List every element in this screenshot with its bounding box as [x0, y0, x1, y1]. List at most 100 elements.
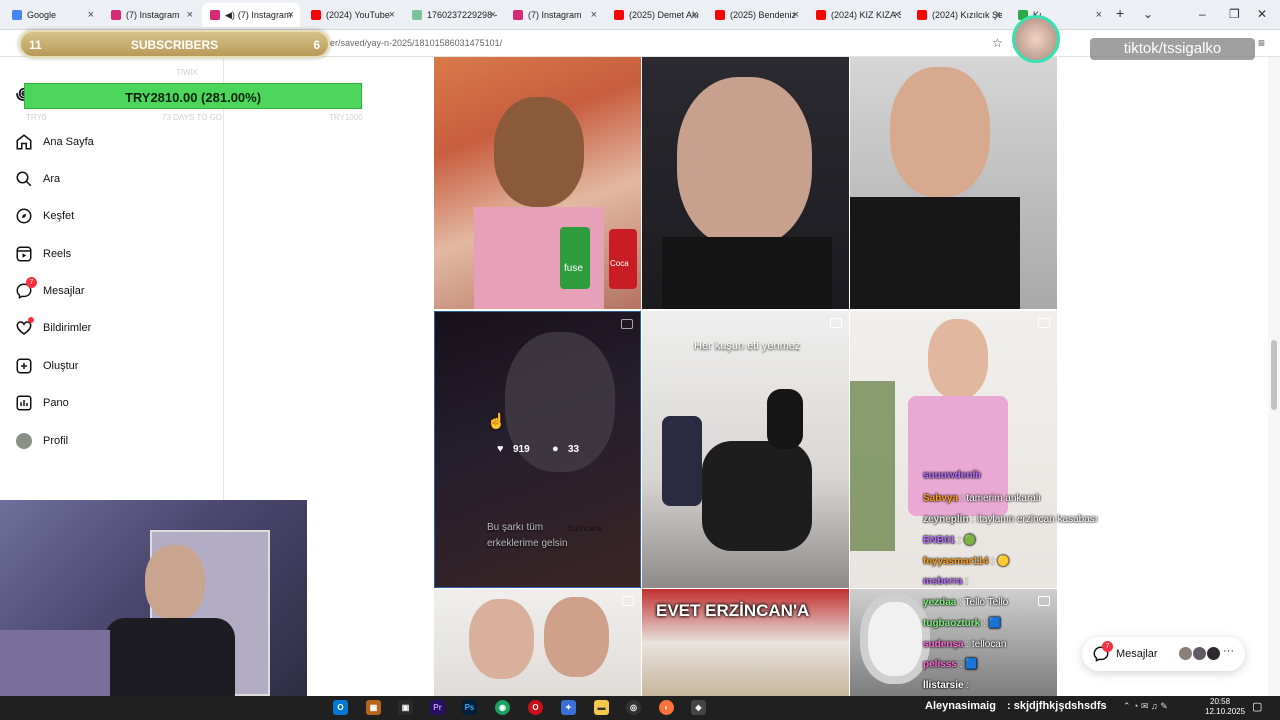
sidebar-item-label: Ana Sayfa — [43, 136, 94, 148]
post-caption-line-1: Bu şarkı tüm — [487, 522, 544, 533]
files-icon[interactable]: ▦ — [366, 700, 381, 715]
reels-icon — [14, 244, 34, 264]
minimize-icon[interactable]: – — [1199, 7, 1206, 21]
tab-instagram-active[interactable]: ◀) (7) Instagram × — [202, 3, 300, 27]
chat-message: llistarsie : — [923, 680, 970, 691]
firefox-icon[interactable]: ◐ — [659, 700, 674, 715]
tab-close-icon[interactable]: × — [389, 9, 395, 21]
post-caption-tag: Erzincanlı — [567, 524, 603, 533]
grid-post-4[interactable]: ♥ 919 ● 33 Bu şarkı tüm Erzincanlı erkek… — [434, 311, 641, 588]
sidebar-item-label: Oluştur — [43, 360, 79, 372]
instagram-sidebar: ꩜ Ana Sayfa Ara Keşfet Reels 7 Mesajlar — [0, 57, 224, 500]
tab-file[interactable]: 1760237229298 - × — [404, 3, 502, 27]
tab-close-icon[interactable]: × — [894, 9, 900, 21]
sidebar-item-explore[interactable]: Keşfet — [14, 203, 74, 229]
tab-instagram-2[interactable]: (7) Instagram × — [505, 3, 603, 27]
comment-bubble-icon: ● — [552, 443, 559, 455]
grid-post-3[interactable] — [850, 57, 1057, 309]
scrollbar-thumb[interactable] — [1271, 340, 1277, 410]
messages-badge: 7 — [26, 277, 37, 288]
new-tab-icon[interactable]: + — [1116, 5, 1124, 21]
menu-icon[interactable]: ≡ — [1258, 36, 1265, 50]
donation-faint-goal: TRY1000 — [329, 113, 363, 122]
grid-post-2[interactable] — [642, 57, 849, 309]
close-window-icon[interactable]: ✕ — [1257, 7, 1267, 21]
store-icon[interactable]: ▣ — [398, 700, 413, 715]
sidebar-item-label: Bildirimler — [43, 322, 92, 334]
url-text[interactable]: er/saved/yay-n-2025/18101586031475101/ — [330, 38, 502, 48]
outlook-icon[interactable]: O — [333, 700, 348, 715]
tab-youtube-1[interactable]: (2024) YouTube × — [303, 3, 401, 27]
sidebar-item-dashboard[interactable]: Pano — [14, 390, 69, 416]
chat-message: feyyasmar114 : 🟡 — [923, 556, 1010, 567]
hand-cursor-icon: ☝ — [487, 413, 506, 430]
sidebar-item-reels[interactable]: Reels — [14, 241, 71, 267]
tab-google[interactable]: Google × — [4, 3, 100, 27]
grid-post-8[interactable]: EVET ERZİNCAN'A — [642, 589, 849, 696]
restore-icon[interactable]: ❐ — [1229, 7, 1240, 21]
app-icon[interactable]: ✦ — [561, 700, 576, 715]
tray-icons[interactable]: ⌃ ◔ ✉ ♫ ✎ — [1123, 701, 1168, 712]
instagram-favicon-icon — [210, 10, 220, 20]
sidebar-item-notifications[interactable]: Bildirimler — [14, 315, 91, 341]
page-scrollbar[interactable] — [1268, 57, 1280, 696]
tab-close-icon[interactable]: × — [995, 9, 1001, 21]
more-dots-icon[interactable]: ··· — [1223, 645, 1234, 657]
folder-icon[interactable]: ▬ — [594, 700, 609, 715]
bookmark-star-icon[interactable]: ☆ — [992, 36, 1003, 50]
tab-close-icon[interactable]: × — [88, 9, 94, 21]
sidebar-item-profile[interactable]: Profil — [14, 428, 68, 454]
chat-bottom-message: : skjdjfhkjşdshsdfs — [1007, 700, 1107, 712]
opera-icon[interactable]: O — [528, 700, 543, 715]
youtube-favicon-icon — [614, 10, 624, 20]
speaker-icon[interactable]: ◀) — [225, 10, 235, 21]
chat-bottom-user: Aleynasimaig — [925, 700, 996, 712]
obs-icon[interactable]: ◎ — [626, 700, 641, 715]
grid-post-7[interactable] — [434, 589, 641, 696]
windows-taskbar: O ▦ ▣ Pr Ps ◉ O ✦ ▬ ◎ ◐ ◈ Aleynasimaig :… — [0, 696, 1280, 720]
contact-avatar — [1192, 646, 1207, 661]
grid-post-5[interactable]: Her kuşun eti yenmez — [642, 311, 849, 588]
tab-instagram-1[interactable]: (7) Instagram × — [103, 3, 199, 27]
donation-faint-start: TRY0 — [26, 113, 47, 122]
premiere-icon[interactable]: Pr — [430, 700, 445, 715]
messenger-icon: 7 — [14, 277, 37, 301]
app-icon[interactable]: ◈ — [691, 700, 706, 715]
post-photo — [928, 319, 988, 399]
sidebar-item-search[interactable]: Ara — [14, 166, 60, 192]
tab-close-icon[interactable]: × — [692, 9, 698, 21]
sidebar-item-label: Ara — [43, 173, 61, 185]
sidebar-item-home[interactable]: Ana Sayfa — [14, 129, 94, 155]
tab-youtube-5[interactable]: (2024) Kızılcık Şer × — [909, 3, 1007, 27]
tab-youtube-2[interactable]: (2025) Demet Akı × — [606, 3, 704, 27]
photoshop-icon[interactable]: Ps — [462, 700, 477, 715]
tab-list-chevron-icon[interactable]: ⌄ — [1143, 7, 1153, 21]
post-photo-plant — [850, 381, 895, 551]
messages-pill[interactable]: 7 Mesajlar ··· — [1082, 637, 1245, 671]
tab-close-icon[interactable]: × — [490, 9, 496, 21]
profile-avatar — [14, 431, 34, 451]
webcam-bed — [0, 630, 110, 696]
grid-post-6[interactable] — [850, 311, 1057, 588]
chat-message: yezdaa : Tello Tello — [923, 597, 1009, 608]
tab-close-icon[interactable]: × — [1096, 9, 1102, 21]
grid-post-1[interactable]: fuse Coca — [434, 57, 641, 309]
sidebar-item-create[interactable]: Oluştur — [14, 353, 78, 379]
tab-close-icon[interactable]: × — [591, 9, 597, 21]
subscribers-right-count: 6 — [313, 38, 320, 52]
tab-close-icon[interactable]: × — [793, 9, 799, 21]
chrome-icon[interactable]: ◉ — [495, 700, 510, 715]
sidebar-item-label: Pano — [43, 397, 69, 409]
tab-close-icon[interactable]: × — [288, 9, 294, 21]
tab-youtube-4[interactable]: (2024) KIZ KIZA S × — [808, 3, 906, 27]
tiktok-handle-overlay: tiktok/tssigalko — [1090, 38, 1255, 60]
youtube-favicon-icon — [311, 10, 321, 20]
tab-youtube-3[interactable]: (2025) Bendeniz × — [707, 3, 805, 27]
notification-center-icon[interactable]: ▢ — [1252, 700, 1262, 713]
webcam-feed — [0, 500, 307, 696]
donation-goal-text: TRY2810.00 (281.00%) — [124, 90, 262, 105]
messages-pill-label: Mesajlar — [1116, 648, 1158, 660]
sidebar-item-messages[interactable]: 7 Mesajlar — [14, 277, 85, 304]
donation-faint-days: 73 DAYS TO GO — [162, 113, 223, 122]
tab-close-icon[interactable]: × — [187, 9, 193, 21]
